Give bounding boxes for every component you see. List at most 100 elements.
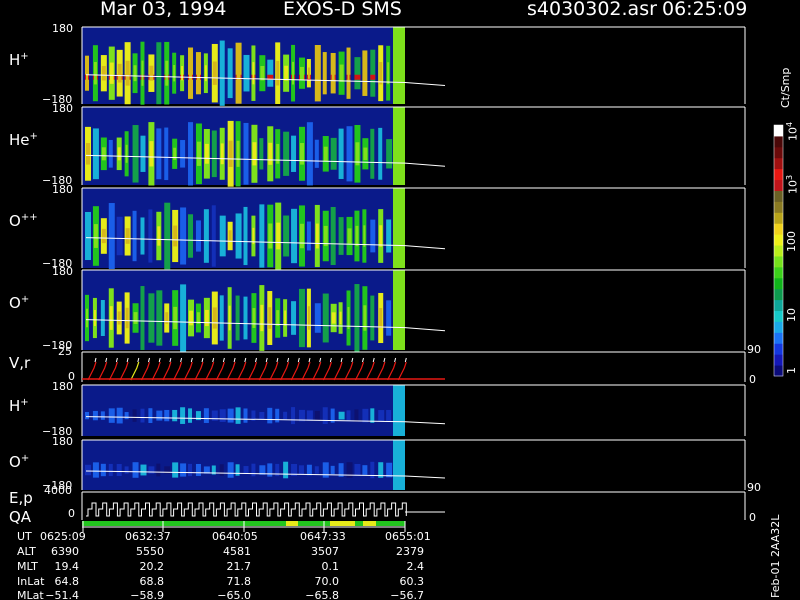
spectro-core-o-plus bbox=[133, 312, 138, 324]
axis-top-tick-o-plus: 180 bbox=[52, 265, 73, 278]
species-name: O bbox=[9, 212, 21, 230]
spectro-core-h-plus bbox=[133, 65, 137, 82]
spectro-column-o-plusplus bbox=[338, 217, 344, 255]
spectro-column-h-plus-2 bbox=[354, 409, 359, 422]
spectro-core-o-plusplus bbox=[363, 225, 366, 247]
spectro-column-o-plus bbox=[148, 293, 155, 343]
spectro-core-h-plus bbox=[93, 61, 97, 85]
spectro-column-he-plus bbox=[330, 137, 337, 170]
spectro-core-h-plus bbox=[236, 60, 241, 86]
spectro-core-h-plus bbox=[86, 66, 88, 81]
panel-nodata-he-plus bbox=[405, 107, 745, 185]
spectro-column-h-plus bbox=[243, 54, 250, 92]
spectro-core-he-plus bbox=[363, 147, 368, 161]
spectro-column-he-plus bbox=[243, 122, 249, 185]
spectro-edge-h-plus-2 bbox=[393, 385, 405, 436]
spectro-column-o-plus-2 bbox=[188, 463, 193, 477]
spectro-core-h-plus bbox=[196, 64, 200, 82]
spectro-edge-he-plus bbox=[393, 107, 405, 185]
spectro-column-o-plus-2 bbox=[362, 465, 368, 475]
table-cell: −51.4 bbox=[45, 589, 79, 600]
spectro-column-he-plus bbox=[283, 131, 290, 176]
colorbar-segment bbox=[774, 343, 783, 355]
spectro-column-h-plus bbox=[156, 42, 162, 105]
axis-top-tick-h-plus-2: 180 bbox=[52, 380, 73, 393]
table-cell: 0655:01 bbox=[385, 530, 431, 543]
table-cell: 2.4 bbox=[406, 560, 425, 573]
panel-label-h-plus: H+ bbox=[9, 52, 29, 68]
colorbar-segment bbox=[774, 354, 783, 366]
spectro-core-he-plus bbox=[101, 147, 106, 161]
spectro-column-he-plus bbox=[132, 125, 139, 183]
species-name: O bbox=[9, 294, 21, 312]
spectro-core-h-plus bbox=[292, 61, 295, 85]
table-cell: 71.8 bbox=[226, 575, 252, 588]
spectro-core-o-plusplus bbox=[347, 228, 352, 244]
spectro-column-o-plusplus bbox=[188, 214, 194, 258]
table-cell: 2379 bbox=[396, 545, 424, 558]
spectro-column-o-plus bbox=[291, 301, 297, 335]
spectro-core-h-plus bbox=[363, 64, 367, 83]
spectro-column-he-plus bbox=[370, 128, 375, 179]
spectro-core-he-plus bbox=[236, 140, 240, 167]
spectro-peak-h-plus bbox=[354, 74, 361, 80]
spectro-column-he-plus bbox=[140, 135, 146, 172]
spectro-column-o-plusplus bbox=[195, 220, 201, 252]
spectro-core-o-plus bbox=[268, 307, 272, 329]
spectro-column-h-plus-2 bbox=[203, 408, 209, 423]
spectro-column-o-plus-2 bbox=[124, 466, 129, 474]
spectro-column-o-plus-2 bbox=[132, 462, 139, 478]
spectro-core-o-plusplus bbox=[173, 225, 178, 247]
colorbar-segment bbox=[774, 288, 783, 301]
colorbar-segment bbox=[774, 168, 783, 181]
spectro-column-o-plus bbox=[100, 300, 105, 336]
spectro-column-o-plus-2 bbox=[140, 464, 147, 476]
spectro-edge-o-plus-2 bbox=[393, 440, 405, 490]
species-charge: + bbox=[20, 51, 29, 62]
colorbar-segment bbox=[774, 365, 783, 377]
table-cell: −65.8 bbox=[305, 589, 339, 600]
spectro-core-o-plus bbox=[117, 311, 121, 325]
panel-nodata-h-plus-2 bbox=[405, 385, 745, 436]
panel-label-h-plus-2: H+ bbox=[9, 398, 29, 414]
spectro-column-o-plus-2 bbox=[219, 464, 224, 476]
spectro-column-o-plusplus bbox=[235, 213, 242, 259]
spectro-core-o-plus bbox=[379, 307, 383, 329]
table-cell: 6390 bbox=[51, 545, 79, 558]
table-cell: 68.8 bbox=[139, 575, 165, 588]
spectro-column-o-plus-2 bbox=[298, 465, 304, 475]
spectro-column-o-plusplus bbox=[306, 221, 311, 251]
spectro-core-o-plusplus bbox=[379, 225, 383, 247]
spectro-column-o-plus bbox=[314, 303, 321, 333]
spectro-column-o-plus bbox=[243, 296, 248, 340]
spectro-column-o-plus bbox=[180, 284, 187, 352]
colorbar-tick-label: 104 bbox=[785, 121, 800, 141]
table-cell: −58.9 bbox=[130, 589, 164, 600]
spectro-column-o-plusplus bbox=[85, 211, 91, 261]
spectro-column-o-plus-2 bbox=[267, 463, 273, 477]
colorbar-segment bbox=[774, 212, 783, 224]
colorbar-segment bbox=[774, 266, 783, 279]
spectro-column-he-plus bbox=[386, 139, 393, 169]
spectro-core-he-plus bbox=[125, 144, 128, 163]
spectro-core-he-plus bbox=[268, 142, 273, 165]
panel-nodata-o-plus-2 bbox=[405, 440, 745, 490]
qa-flag bbox=[286, 521, 298, 526]
table-cell: 60.3 bbox=[399, 575, 425, 588]
spectro-column-h-plus bbox=[267, 59, 274, 87]
spectro-core-o-plus bbox=[86, 308, 88, 328]
spectro-core-h-plus bbox=[173, 65, 176, 82]
spectro-column-h-plus-2 bbox=[235, 407, 241, 424]
spectro-core-o-plus bbox=[307, 306, 310, 330]
spectro-column-o-plus bbox=[298, 288, 305, 348]
spectro-core-o-plus bbox=[252, 308, 256, 328]
spectro-core-h-plus bbox=[315, 61, 320, 85]
spectro-column-o-plus bbox=[235, 295, 240, 341]
vr-right-bot: 0 bbox=[749, 373, 756, 386]
colorbar-segment bbox=[774, 179, 783, 191]
axis-top-tick-he-plus: 180 bbox=[52, 102, 73, 115]
spectro-column-he-plus bbox=[338, 128, 344, 179]
spectro-core-o-plus bbox=[204, 309, 209, 327]
spectro-column-h-plus-2 bbox=[172, 409, 178, 422]
spectro-column-o-plus-2 bbox=[283, 461, 289, 479]
